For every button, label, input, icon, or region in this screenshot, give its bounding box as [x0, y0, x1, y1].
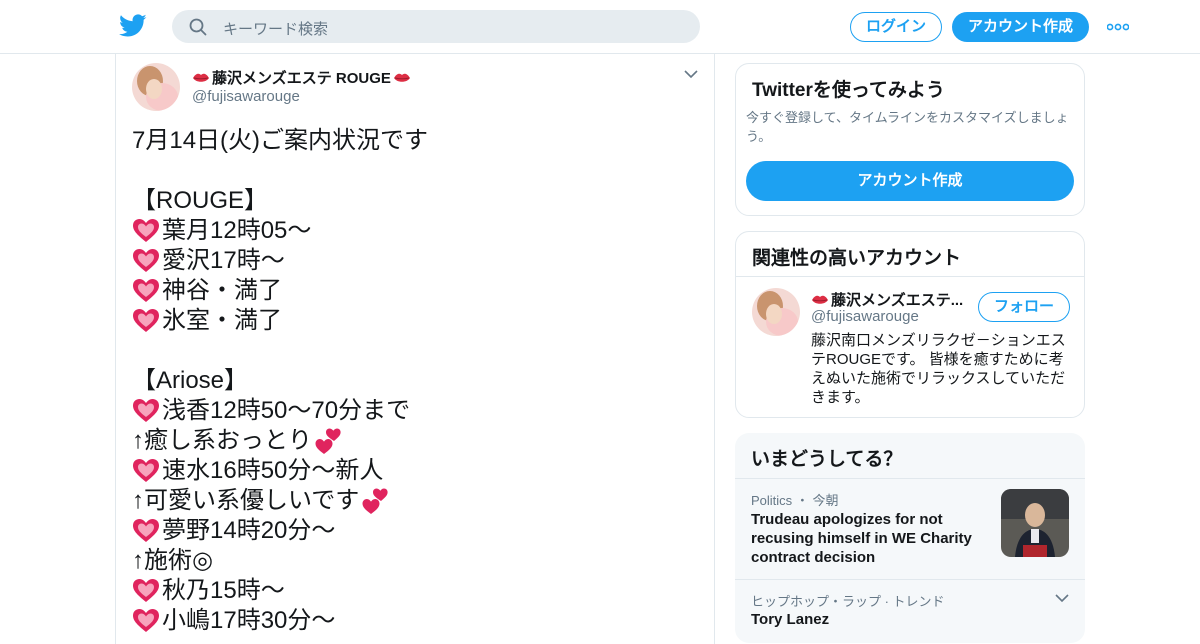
display-name[interactable]: 藤沢メンズエステ ROUGE	[192, 67, 411, 88]
heart-icon	[132, 248, 160, 274]
tweet-text: 7月14日(火)ご案内状況です 【ROUGE】葉月12時05～ 愛沢17時～ 神谷・満…	[132, 126, 702, 636]
tweet-line-text: 氷室・満了	[162, 307, 282, 334]
tweet-line-text: 【Ariose】	[132, 367, 249, 394]
tweet-line	[132, 336, 702, 366]
lips-icon	[393, 73, 410, 82]
trends-card: いまどうしてる？ Politics ・ 今朝 Trudeau apologize…	[735, 433, 1085, 643]
tweet-line: ↑癒し系おっとり	[132, 426, 702, 456]
search-box[interactable]: キーワード検索	[172, 10, 700, 43]
tweet-line: 【Ariose】	[132, 366, 702, 396]
trend-time: 今朝	[812, 493, 839, 508]
tweet-line	[132, 156, 702, 186]
tweet-line-text: ↑可愛い系優しいです	[132, 487, 360, 514]
related-account-name-text: 藤沢メンズエステ...	[831, 292, 964, 309]
heart-icon	[132, 218, 160, 244]
trend-thumbnail[interactable]	[1001, 489, 1069, 557]
tweet-line-text: 神谷・満了	[162, 277, 282, 304]
display-name-text: 藤沢メンズエステ ROUGE	[212, 70, 391, 87]
tweet-line: 愛沢17時～	[132, 246, 702, 276]
more-dots-icon[interactable]	[1107, 23, 1129, 31]
tweet-line-text: 愛沢17時～	[162, 247, 285, 274]
tweet-line-text: 秋乃15時～	[162, 577, 285, 604]
signup-card: Twitterを使ってみよう 今すぐ登録して、タイムラインをカスタマイズしましょ…	[735, 63, 1085, 216]
top-bar: キーワード検索 ログイン アカウント作成	[0, 0, 1200, 54]
follow-button[interactable]: フォロー	[978, 292, 1070, 322]
heart-icon	[132, 518, 160, 544]
two-hearts-icon	[314, 427, 342, 455]
tweet-line-text: 速水16時50分～新人	[162, 457, 384, 484]
tweet-line: 葉月12時05～	[132, 216, 702, 246]
tweet-line-text: 夢野14時20分～	[162, 517, 336, 544]
tweet-line-text: 葉月12時05～	[162, 217, 312, 244]
signup-card-description: 今すぐ登録して、タイムラインをカスタマイズしましょう。	[746, 110, 1069, 144]
heart-icon	[132, 608, 160, 634]
two-hearts-icon	[361, 487, 389, 515]
lips-icon	[812, 295, 828, 304]
trend-category: Politics	[751, 493, 793, 508]
trend-meta: Politics ・ 今朝	[751, 490, 838, 509]
tweet-line: 秋乃15時～	[132, 576, 702, 606]
search-icon	[189, 18, 207, 36]
related-accounts-title: 関連性の高いアカウント	[752, 248, 962, 269]
tweet-line: 7月14日(火)ご案内状況です	[132, 126, 702, 156]
chevron-down-icon[interactable]	[1055, 594, 1069, 603]
signup-card-title: Twitterを使ってみよう	[752, 80, 945, 101]
divider	[736, 276, 1084, 277]
tweet-line: 【ROUGE】	[132, 186, 702, 216]
tweet-line-text: 浅香12時50〜70分まで	[162, 397, 411, 424]
tweet: 藤沢メンズエステ ROUGE @fujisawarouge 7月14日(火)ご案…	[115, 54, 715, 644]
tweet-line: 小嶋17時30分～	[132, 606, 702, 636]
tweet-line: 速水16時50分～新人	[132, 456, 702, 486]
avatar[interactable]	[132, 63, 180, 111]
heart-icon	[132, 278, 160, 304]
signup-button[interactable]: アカウント作成	[952, 12, 1089, 42]
tweet-line-text: 7月14日(火)ご案内状況です	[132, 127, 429, 154]
heart-icon	[132, 398, 160, 424]
avatar[interactable]	[752, 288, 800, 336]
trends-title: いまどうしてる？	[751, 449, 903, 470]
create-account-button[interactable]: アカウント作成	[746, 161, 1074, 201]
twitter-bird-icon[interactable]	[119, 14, 147, 38]
divider	[735, 478, 1085, 479]
login-button[interactable]: ログイン	[850, 12, 942, 42]
tweet-line-text: ↑施術◎	[132, 547, 213, 574]
tweet-line: 氷室・満了	[132, 306, 702, 336]
tweet-line-text: ↑癒し系おっとり	[132, 427, 312, 454]
tweet-line: ↑施術◎	[132, 546, 702, 576]
tweet-line: 夢野14時20分～	[132, 516, 702, 546]
chevron-down-icon[interactable]	[684, 70, 698, 79]
trend-meta: ヒップホップ・ラップ · トレンド	[751, 594, 945, 609]
lips-icon	[193, 73, 209, 82]
related-account-name[interactable]: 藤沢メンズエステ...	[811, 289, 963, 310]
related-account-bio: 藤沢南口メンズリラクゼ－ションエステROUGEです。 皆様を癒すために考えぬいた…	[811, 332, 1066, 406]
divider	[735, 579, 1085, 580]
heart-icon	[132, 458, 160, 484]
trend-name[interactable]: Tory Lanez	[751, 611, 829, 628]
tweet-line-text: 小嶋17時30分～	[162, 607, 336, 634]
handle[interactable]: @fujisawarouge	[192, 88, 300, 105]
heart-icon	[132, 308, 160, 334]
tweet-line-text: 【ROUGE】	[132, 187, 269, 214]
related-accounts-card: 関連性の高いアカウント 藤沢メンズエステ... @fujisawarouge フ…	[735, 231, 1085, 418]
tweet-line: 神谷・満了	[132, 276, 702, 306]
tweet-line: ↑可愛い系優しいです	[132, 486, 702, 516]
related-account-handle[interactable]: @fujisawarouge	[811, 308, 919, 325]
tweet-line: 浅香12時50〜70分まで	[132, 396, 702, 426]
search-input[interactable]: キーワード検索	[223, 18, 328, 39]
heart-icon	[132, 578, 160, 604]
trend-headline[interactable]: Trudeau apologizes for not recusing hims…	[751, 510, 991, 567]
trend-dot: ・	[795, 493, 809, 508]
